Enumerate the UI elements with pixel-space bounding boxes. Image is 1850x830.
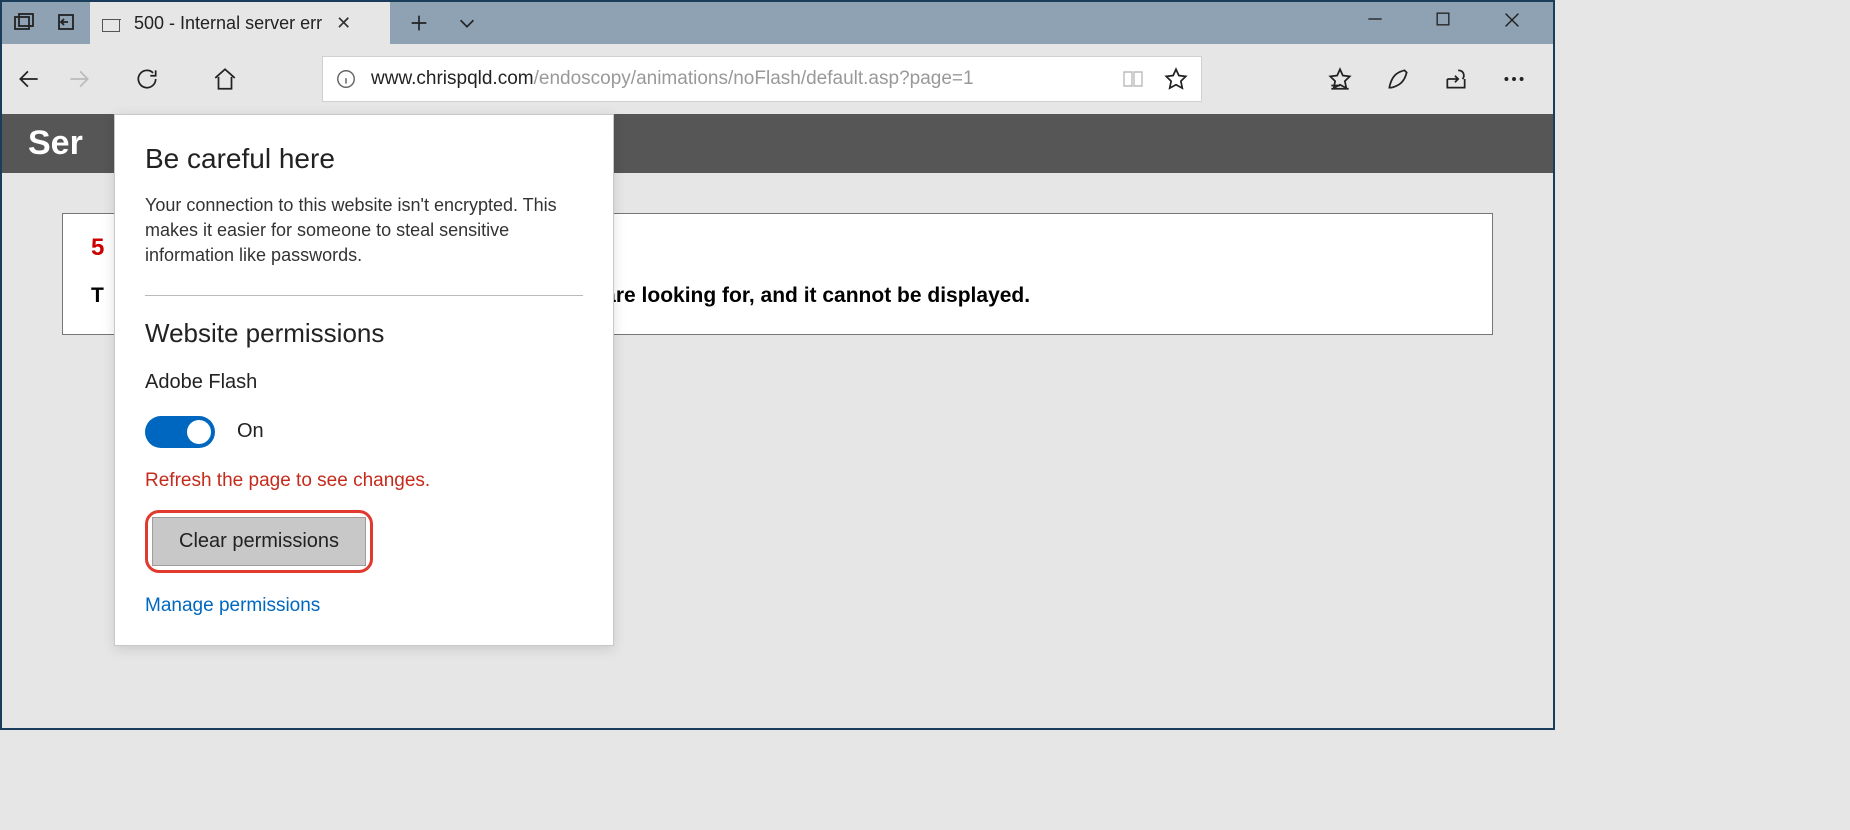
browser-tab[interactable]: 500 - Internal server err ✕ — [90, 2, 390, 44]
close-window-icon[interactable] — [1501, 9, 1529, 37]
page-heading-text: Ser — [28, 124, 83, 162]
refresh-hint: Refresh the page to see changes. — [145, 470, 583, 492]
favorites-bar-icon[interactable] — [1327, 66, 1353, 92]
flyout-warning-text: Your connection to this website isn't en… — [145, 193, 583, 269]
url-path: /endoscopy/animations/noFlash/default.as… — [534, 68, 974, 89]
clear-permissions-highlight: Clear permissions — [145, 510, 373, 573]
favorite-star-icon[interactable] — [1163, 66, 1189, 92]
tabs-chevron-down-icon[interactable] — [456, 12, 478, 34]
manage-permissions-link[interactable]: Manage permissions — [145, 595, 583, 617]
url-host: www.chrispqld.com — [371, 68, 534, 89]
flyout-heading: Be careful here — [145, 143, 583, 175]
minimize-icon[interactable] — [1365, 9, 1393, 37]
more-menu-icon[interactable] — [1501, 66, 1527, 92]
maximize-icon[interactable] — [1433, 9, 1461, 37]
new-tab-icon[interactable] — [408, 12, 430, 34]
error-message-tail: u are looking for, and it cannot be disp… — [586, 284, 1031, 307]
notes-icon[interactable] — [1385, 66, 1411, 92]
navbar-far-right — [1327, 66, 1539, 92]
site-info-icon[interactable] — [335, 68, 357, 90]
home-icon[interactable] — [212, 66, 238, 92]
reading-view-icon[interactable] — [1121, 67, 1145, 91]
site-info-flyout: Be careful here Your connection to this … — [114, 114, 614, 646]
browser-window: 500 - Internal server err ✕ — [0, 0, 1555, 730]
close-tab-icon[interactable]: ✕ — [336, 13, 351, 34]
error-message-prefix: T — [91, 284, 104, 307]
url-text: www.chrispqld.com/endoscopy/animations/n… — [371, 68, 974, 90]
titlebar: 500 - Internal server err ✕ — [2, 2, 1553, 44]
tab-actions-icon[interactable] — [12, 11, 36, 35]
set-aside-tabs-icon[interactable] — [54, 11, 78, 35]
flyout-divider — [145, 295, 583, 296]
tab-title: 500 - Internal server err — [134, 13, 322, 34]
navbar: www.chrispqld.com/endoscopy/animations/n… — [2, 44, 1553, 114]
permission-name: Adobe Flash — [145, 371, 583, 394]
forward-icon — [66, 66, 92, 92]
back-icon[interactable] — [16, 66, 42, 92]
clear-permissions-button[interactable]: Clear permissions — [152, 517, 366, 566]
permission-toggle-row: On — [145, 416, 583, 448]
toggle-state-label: On — [237, 420, 264, 443]
titlebar-left-controls — [2, 2, 90, 44]
tab-strip-controls — [390, 2, 496, 44]
flash-toggle[interactable] — [145, 416, 215, 448]
refresh-icon[interactable] — [134, 66, 160, 92]
page-icon — [102, 14, 120, 32]
address-bar-right — [1121, 66, 1189, 92]
flyout-section-heading: Website permissions — [145, 318, 583, 349]
window-controls — [1365, 2, 1553, 44]
toggle-knob — [187, 420, 211, 444]
address-bar[interactable]: www.chrispqld.com/endoscopy/animations/n… — [322, 56, 1202, 102]
share-icon[interactable] — [1443, 66, 1469, 92]
